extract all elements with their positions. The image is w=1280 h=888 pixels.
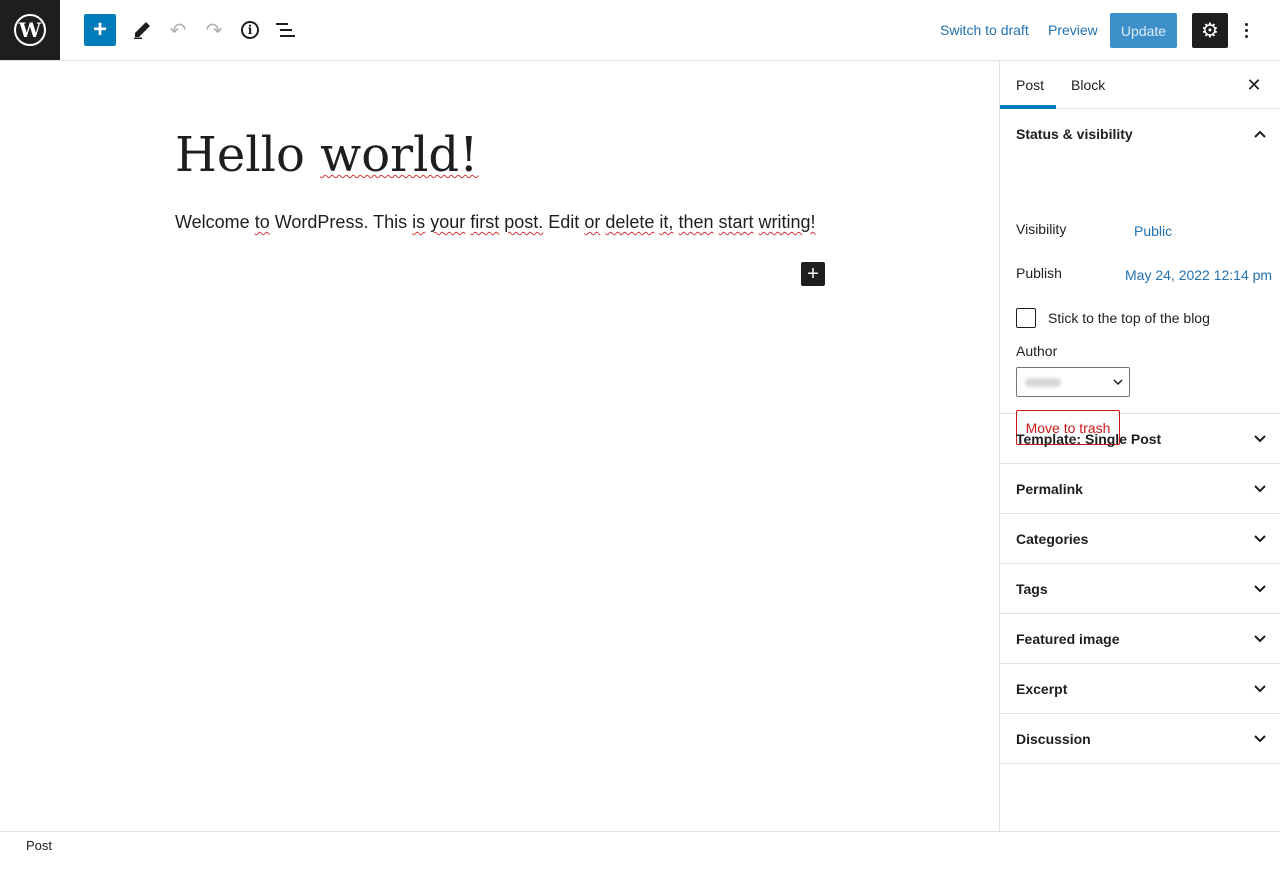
panel-title: Permalink <box>1016 481 1083 497</box>
tab-post-label: Post <box>1016 77 1045 93</box>
list-view-icon <box>276 23 295 37</box>
plus-icon: + <box>92 16 107 43</box>
paragraph-block[interactable]: Welcome to WordPress. This is your first… <box>175 212 816 233</box>
visibility-value-button[interactable]: Public <box>1134 223 1172 239</box>
list-view-button[interactable] <box>270 14 302 46</box>
panel-toggle-button[interactable]: Permalink <box>1016 464 1266 514</box>
panel-title: Categories <box>1016 531 1089 547</box>
chevron-down-icon <box>1254 635 1266 643</box>
panel-toggle-button[interactable]: Discussion <box>1016 714 1266 764</box>
pencil-icon <box>134 22 150 39</box>
preview-button[interactable]: Preview <box>1048 14 1098 46</box>
sidebar-tabs: Post Block ✕ <box>1000 61 1280 109</box>
sidebar-panel: Discussion <box>1000 714 1280 764</box>
switch-to-draft-button[interactable]: Switch to draft <box>940 14 1029 46</box>
sidebar-panel: Permalink <box>1000 464 1280 514</box>
panel-toggle-button[interactable]: Template: Single Post <box>1016 414 1266 464</box>
gear-icon: ⚙ <box>1201 20 1219 42</box>
more-dot <box>1244 22 1248 26</box>
breadcrumb[interactable]: Post <box>26 838 52 853</box>
close-icon: ✕ <box>1246 74 1262 95</box>
options-button[interactable] <box>1236 14 1256 46</box>
settings-sidebar: Post Block ✕ Status & visibility Visibil… <box>999 61 1280 831</box>
add-block-button[interactable]: + <box>84 14 116 46</box>
close-sidebar-button[interactable]: ✕ <box>1242 73 1266 97</box>
more-dot <box>1244 28 1248 32</box>
block-inserter-button[interactable]: + <box>801 262 825 286</box>
panel-toggle-button[interactable]: Categories <box>1016 514 1266 564</box>
sidebar-panel: Featured image <box>1000 614 1280 664</box>
plus-icon: + <box>807 263 819 285</box>
panel-title: Template: Single Post <box>1016 431 1162 447</box>
paragraph-text: Welcome to WordPress. This is your first… <box>175 212 816 232</box>
update-button[interactable]: Update <box>1110 13 1177 48</box>
panel-title: Excerpt <box>1016 681 1068 697</box>
chevron-down-icon <box>1254 535 1266 543</box>
editor-header: W + ↶ ↷ i Switch to draft Preview Update… <box>0 0 1280 61</box>
visibility-label: Visibility <box>1016 221 1067 237</box>
post-title-text: Hello world! <box>175 127 479 183</box>
status-visibility-toggle[interactable]: Status & visibility <box>1016 109 1266 159</box>
info-icon: i <box>241 21 259 39</box>
panel-title: Status & visibility <box>1016 126 1133 142</box>
panel-toggle-button[interactable]: Excerpt <box>1016 664 1266 714</box>
wordpress-logo-button[interactable]: W <box>0 0 60 60</box>
chevron-down-icon <box>1113 379 1123 386</box>
chevron-down-icon <box>1254 585 1266 593</box>
publish-label: Publish <box>1016 265 1062 281</box>
sidebar-panel: Tags <box>1000 564 1280 614</box>
more-dot <box>1244 34 1248 38</box>
panel-title: Tags <box>1016 581 1048 597</box>
post-title[interactable]: Hello world! <box>175 127 478 183</box>
tab-block-label: Block <box>1071 77 1106 93</box>
author-select[interactable] <box>1016 367 1130 397</box>
settings-button[interactable]: ⚙ <box>1192 13 1228 48</box>
chevron-down-icon <box>1254 685 1266 693</box>
publish-date-button[interactable]: May 24, 2022 12:14 pm <box>1125 267 1272 283</box>
tab-block[interactable]: Block <box>1071 61 1105 109</box>
panel-toggle-button[interactable]: Featured image <box>1016 614 1266 664</box>
stick-to-top-checkbox[interactable] <box>1016 308 1036 328</box>
redo-icon: ↷ <box>205 19 223 42</box>
chevron-up-icon <box>1254 130 1266 138</box>
stick-to-top-label[interactable]: Stick to the top of the blog <box>1048 310 1210 326</box>
panel-title: Discussion <box>1016 731 1091 747</box>
details-button[interactable]: i <box>234 14 266 46</box>
sidebar-panel: Excerpt <box>1000 664 1280 714</box>
wordpress-logo-icon: W <box>14 14 46 46</box>
status-visibility-panel: Status & visibility Visibility Public Pu… <box>1000 109 1280 445</box>
chevron-down-icon <box>1254 485 1266 493</box>
undo-icon: ↶ <box>169 19 187 42</box>
panel-toggle-button[interactable]: Tags <box>1016 564 1266 614</box>
redo-button[interactable]: ↷ <box>198 14 230 46</box>
sidebar-panel: Categories <box>1000 514 1280 564</box>
editor-canvas[interactable]: Hello world! Welcome to WordPress. This … <box>0 61 999 831</box>
chevron-down-icon <box>1254 435 1266 443</box>
tools-button[interactable] <box>126 14 158 46</box>
undo-button[interactable]: ↶ <box>162 14 194 46</box>
chevron-down-icon <box>1254 735 1266 743</box>
panel-title: Featured image <box>1016 631 1120 647</box>
editor-footer: Post <box>0 831 1280 888</box>
sidebar-panels: Template: Single Post Permalink Categories… <box>1000 414 1280 764</box>
author-value-blurred <box>1025 378 1061 387</box>
tab-post[interactable]: Post <box>1016 61 1044 109</box>
sidebar-panel: Template: Single Post <box>1000 414 1280 464</box>
author-label: Author <box>1016 343 1058 359</box>
